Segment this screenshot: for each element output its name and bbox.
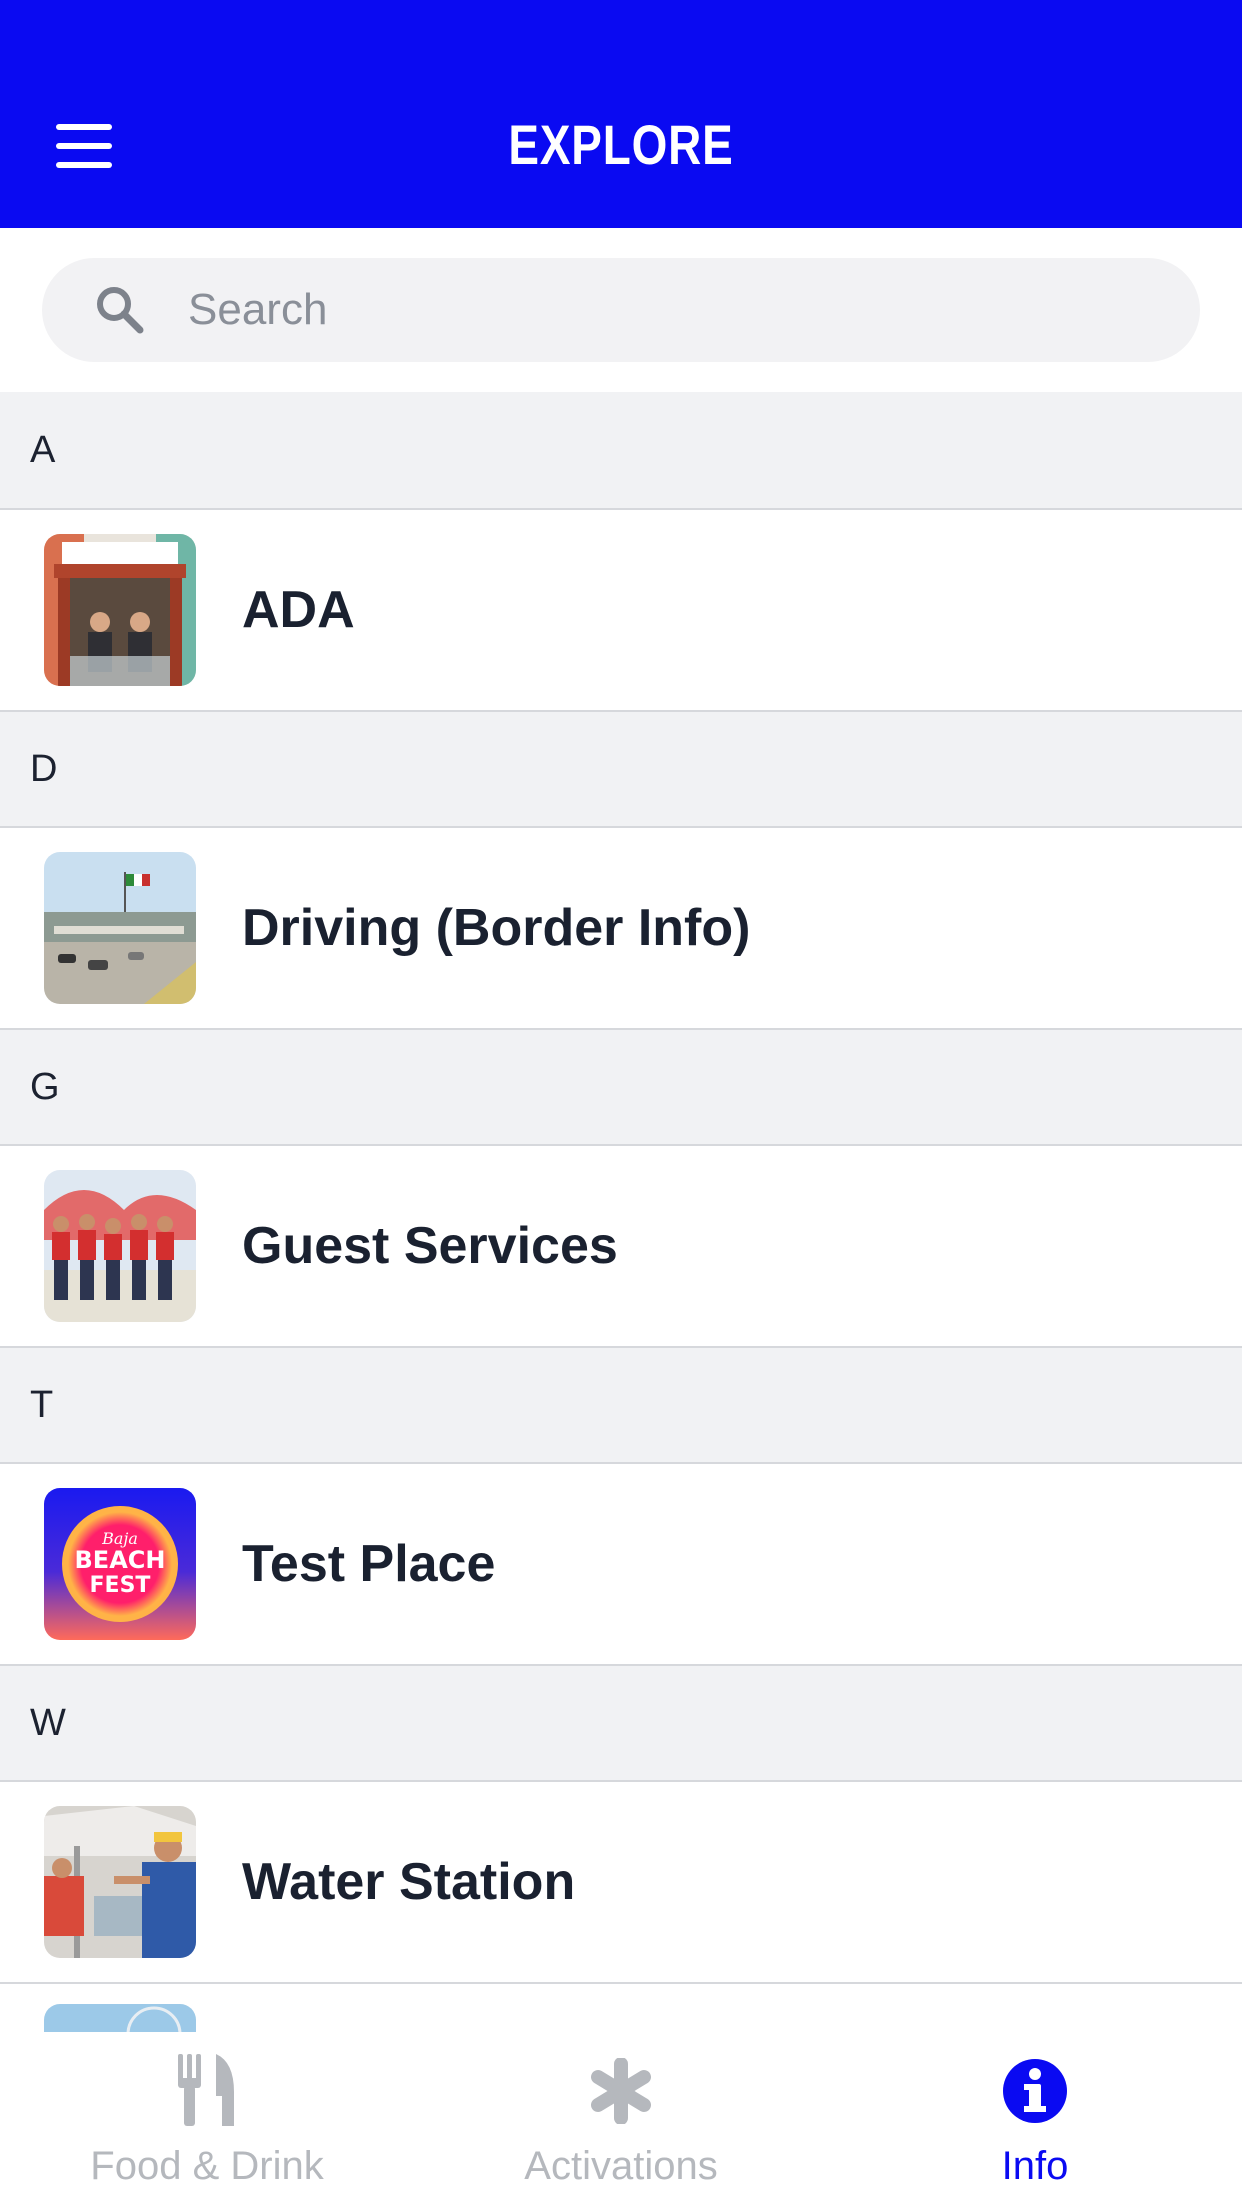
guest-services-thumbnail: [44, 1170, 196, 1322]
list-item-label: Test Place: [242, 1535, 496, 1593]
list-item-partial[interactable]: [0, 1982, 1242, 2032]
driving-thumbnail: [44, 852, 196, 1004]
water-station-thumbnail: [44, 1806, 196, 1958]
list-item-guest-services[interactable]: Guest Services: [0, 1146, 1242, 1346]
tab-label: Activations: [524, 2144, 718, 2188]
menu-bar: [56, 143, 112, 149]
tab-food-drink[interactable]: Food & Drink: [0, 2032, 414, 2208]
list-item-label: Water Station: [242, 1853, 576, 1911]
tab-label: Food & Drink: [90, 2144, 324, 2188]
explore-list[interactable]: A ADA D Driving (Border Info) G Guest Se…: [0, 392, 1242, 2032]
logo-text-beach: BEACH: [75, 1546, 166, 1574]
list-item-label: Guest Services: [242, 1217, 618, 1275]
list-item-test-place[interactable]: Baja BEACH FEST Test Place: [0, 1464, 1242, 1664]
section-header-w: W: [0, 1664, 1242, 1782]
tab-label: Info: [1001, 2144, 1069, 2188]
list-item-label: Driving (Border Info): [242, 899, 751, 957]
list-item-driving[interactable]: Driving (Border Info): [0, 828, 1242, 1028]
baja-beach-fest-logo: Baja BEACH FEST: [44, 1488, 196, 1640]
logo-text-fest: FEST: [90, 1573, 151, 1598]
bottom-tab-bar: Food & Drink Activations Info: [0, 2032, 1242, 2208]
list-item-label: ADA: [242, 581, 355, 639]
page-title: EXPLORE: [508, 113, 734, 176]
menu-bar: [56, 124, 112, 130]
search-icon: [97, 287, 144, 334]
fork-knife-icon: [0, 2052, 414, 2132]
tab-info[interactable]: Info: [828, 2032, 1242, 2208]
search-input[interactable]: [188, 278, 1168, 342]
search-area: [0, 228, 1242, 392]
partial-thumbnail: [44, 2004, 196, 2032]
section-header-a: A: [0, 392, 1242, 510]
asterisk-icon: [414, 2052, 828, 2132]
search-bar[interactable]: [42, 258, 1200, 362]
tab-activations[interactable]: Activations: [414, 2032, 828, 2208]
menu-bar: [56, 162, 112, 168]
section-header-g: G: [0, 1028, 1242, 1146]
section-header-d: D: [0, 710, 1242, 828]
info-icon: [828, 2052, 1242, 2132]
ada-thumbnail: [44, 534, 196, 686]
list-item-ada[interactable]: ADA: [0, 510, 1242, 710]
section-header-t: T: [0, 1346, 1242, 1464]
list-item-water-station[interactable]: Water Station: [0, 1782, 1242, 1982]
app-header: EXPLORE: [0, 0, 1242, 228]
